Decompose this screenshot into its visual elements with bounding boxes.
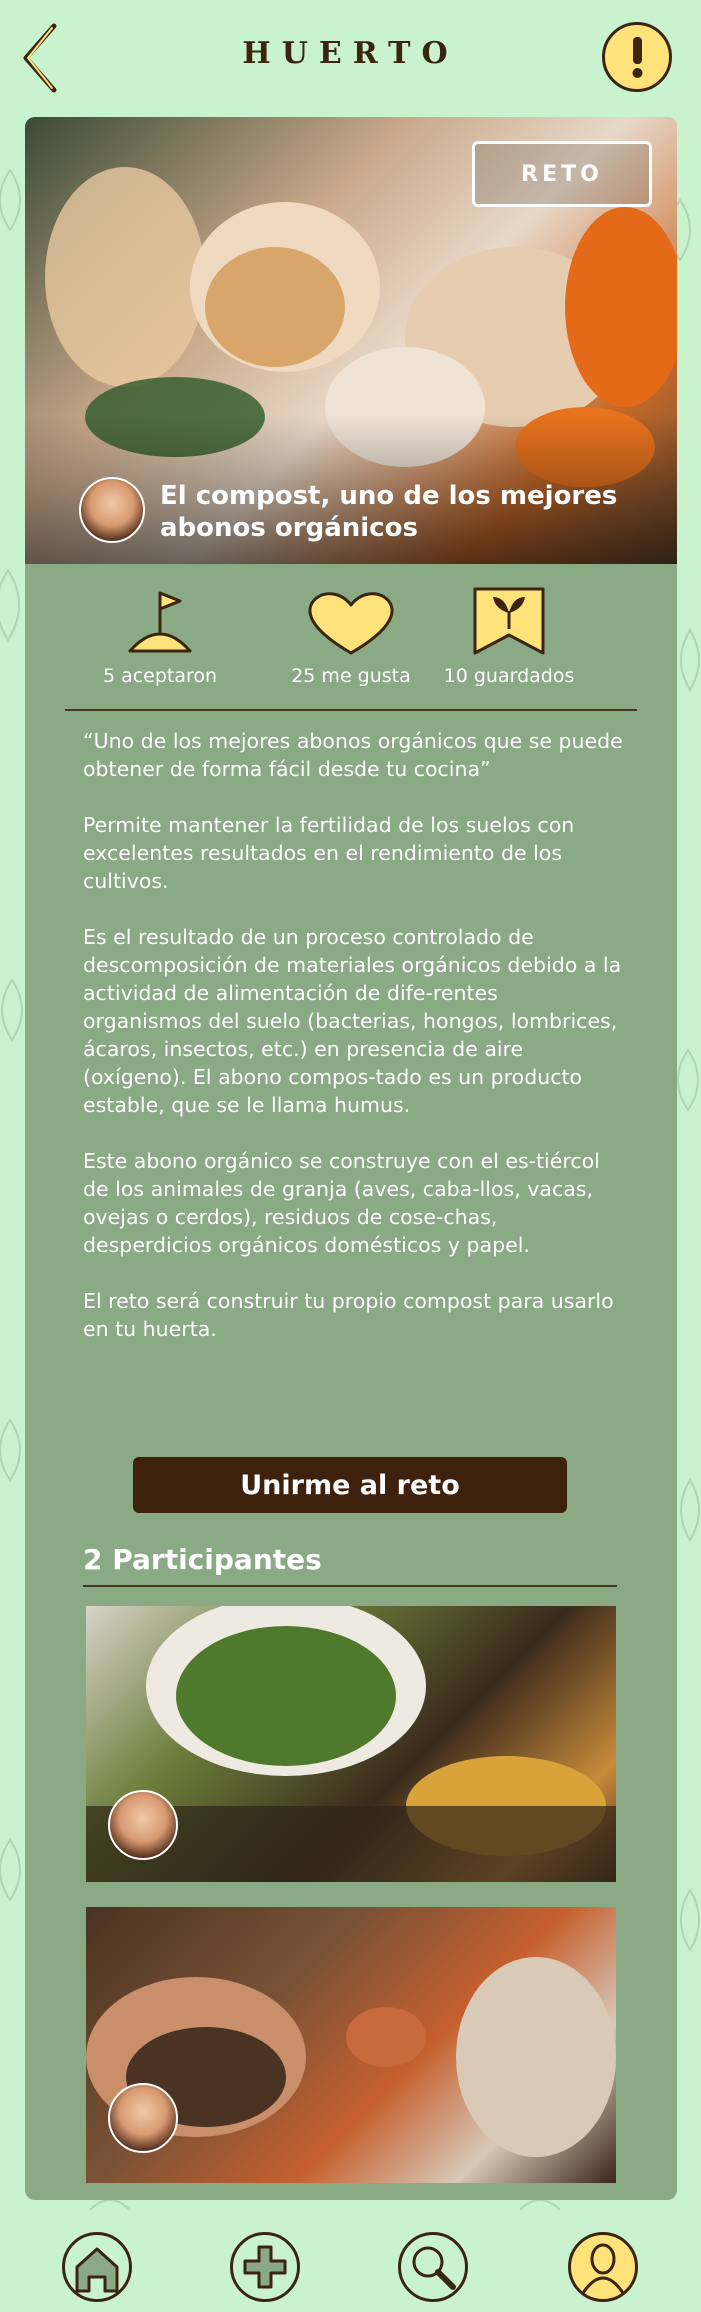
participant-avatar[interactable]: [108, 1790, 178, 1860]
challenge-title: El compost, uno de los mejores abonos or…: [160, 481, 618, 543]
heart-icon: [308, 592, 394, 655]
participants-divider: [83, 1585, 617, 1587]
flag-icon: [128, 591, 192, 653]
stat-likes[interactable]: 25 me gusta: [271, 587, 431, 687]
description-paragraph: “Uno de los mejores abonos orgánicos que…: [83, 729, 623, 781]
nav-home[interactable]: [62, 2232, 132, 2302]
reto-badge-button[interactable]: RETO: [472, 141, 652, 207]
user-icon: [581, 2243, 625, 2294]
description-paragraph: Permite mantener la fertilidad de los su…: [83, 813, 575, 893]
participant-avatar[interactable]: [108, 2083, 178, 2153]
search-icon: [412, 2246, 456, 2290]
stats-row: 5 aceptaron 25 me gusta 10 guardados: [25, 587, 677, 697]
description-paragraph: Es el resultado de un proceso controlado…: [83, 925, 622, 1117]
description-paragraph: Este abono orgánico se construye con el …: [83, 1149, 600, 1257]
stat-saved[interactable]: 10 guardados: [429, 587, 589, 687]
challenge-card: RETO El compost, uno de los mejores abon…: [25, 117, 677, 2200]
alert-button[interactable]: [602, 22, 672, 92]
page-title: HUERTO: [242, 36, 459, 71]
divider: [65, 709, 637, 711]
nav-add[interactable]: [230, 2232, 300, 2302]
stat-likes-label: 25 me gusta: [291, 665, 411, 687]
app-header: HUERTO: [0, 0, 701, 115]
participant-photo[interactable]: [86, 1907, 616, 2183]
stat-saved-label: 10 guardados: [443, 665, 575, 687]
stat-accepted-label: 5 aceptaron: [102, 665, 218, 687]
home-icon: [75, 2247, 119, 2293]
description-paragraph: El reto será construir tu propio compost…: [83, 1289, 614, 1341]
author-avatar[interactable]: [79, 477, 145, 543]
nav-profile[interactable]: [568, 2232, 638, 2302]
exclamation-icon: [632, 37, 643, 78]
hero-image: RETO El compost, uno de los mejores abon…: [25, 117, 677, 564]
join-challenge-button[interactable]: Unirme al reto: [133, 1457, 567, 1513]
participants-heading: 2 Participantes: [83, 1543, 322, 1576]
participant-photo[interactable]: [86, 1606, 616, 1882]
nav-search[interactable]: [398, 2232, 468, 2302]
challenge-description: “Uno de los mejores abonos orgánicos que…: [83, 727, 623, 1371]
stat-accepted[interactable]: 5 aceptaron: [80, 587, 240, 687]
bottom-nav: [0, 2222, 701, 2312]
bookmark-sprout-icon: [473, 587, 545, 655]
plus-icon: [243, 2245, 287, 2289]
